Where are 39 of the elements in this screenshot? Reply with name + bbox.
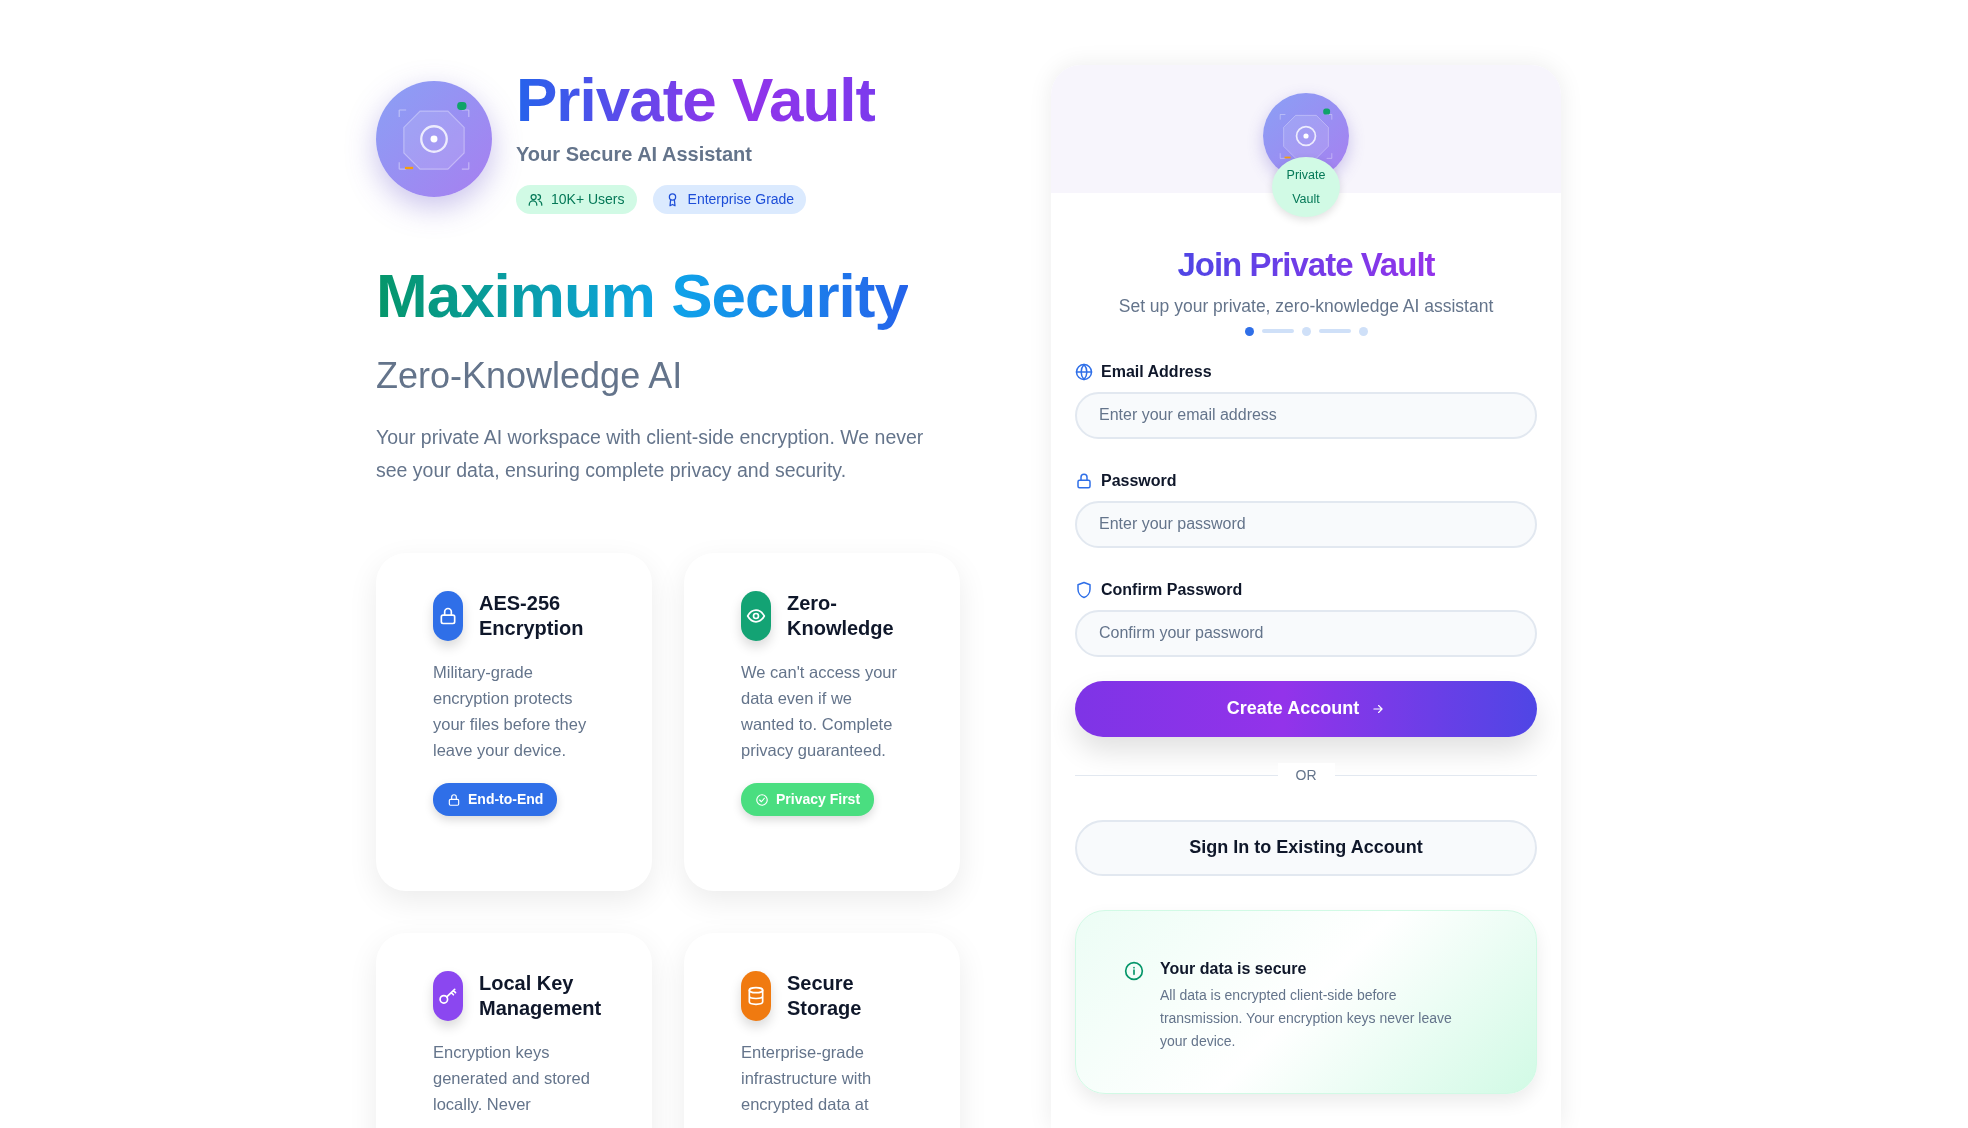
feature-description: Military-grade encryption protects your files before they leave your device.	[433, 662, 588, 762]
field-label: Email Address	[1101, 361, 1212, 382]
feature-title: Local Key Management	[479, 971, 602, 1022]
field-label: Confirm Password	[1101, 579, 1243, 600]
lock-icon	[438, 606, 458, 627]
hero-subheadline: Zero-Knowledge AI	[376, 354, 684, 398]
stat-badge: Enterprise Grade	[652, 185, 807, 214]
input-field[interactable]: Enter your password	[1075, 500, 1537, 548]
stat-badge: 10K+ Users	[516, 185, 637, 214]
check-circle-icon	[755, 792, 769, 807]
feature-tag: End-to-End	[433, 783, 558, 817]
hero-description: Your private AI workspace with client-side encryption. We never see your data, ensuring complete privacy and security.	[376, 425, 925, 484]
brand-tagline: Your Secure AI Assistant	[516, 142, 753, 167]
create-account-button[interactable]: Create Account	[1075, 680, 1537, 737]
database-icon	[746, 986, 766, 1007]
lock-icon	[1075, 471, 1093, 490]
feature-tag: Privacy First	[741, 783, 875, 817]
step-connector	[1318, 329, 1351, 334]
field-label: Password	[1101, 470, 1177, 491]
feature-description: We can't access your data even if we wanted to. Complete privacy guaranteed.	[741, 662, 898, 762]
feature-description: Encryption keys generated and stored locally. Never	[433, 1042, 591, 1116]
feature-title: AES-256 Encryption	[479, 591, 585, 642]
feature-title: Secure Storage	[787, 971, 863, 1022]
key-icon	[438, 986, 458, 1007]
input-field[interactable]: Enter your email address	[1075, 391, 1537, 439]
signup-subtitle: Set up your private, zero-knowledge AI assistant	[1117, 294, 1495, 318]
notice-text: All data is encrypted client-side before transmission. Your encryption keys never leave your device.	[1160, 986, 1453, 1052]
feature-title: Zero-Knowledge	[787, 591, 895, 642]
info-icon	[1124, 960, 1144, 981]
input-field[interactable]: Confirm your password	[1075, 609, 1537, 657]
feature-description: Enterprise-grade infrastructure with encrypted data at	[741, 1042, 873, 1116]
users-icon	[528, 192, 543, 207]
globe-icon	[1075, 362, 1093, 381]
notice-title: Your data is secure	[1160, 958, 1308, 979]
vault-name-badge: Private Vault	[1272, 157, 1340, 217]
sign-in-button[interactable]: Sign In to Existing Account	[1075, 819, 1537, 876]
lock-icon	[447, 792, 461, 807]
shield-icon	[1075, 580, 1093, 599]
step-connector	[1261, 329, 1294, 334]
